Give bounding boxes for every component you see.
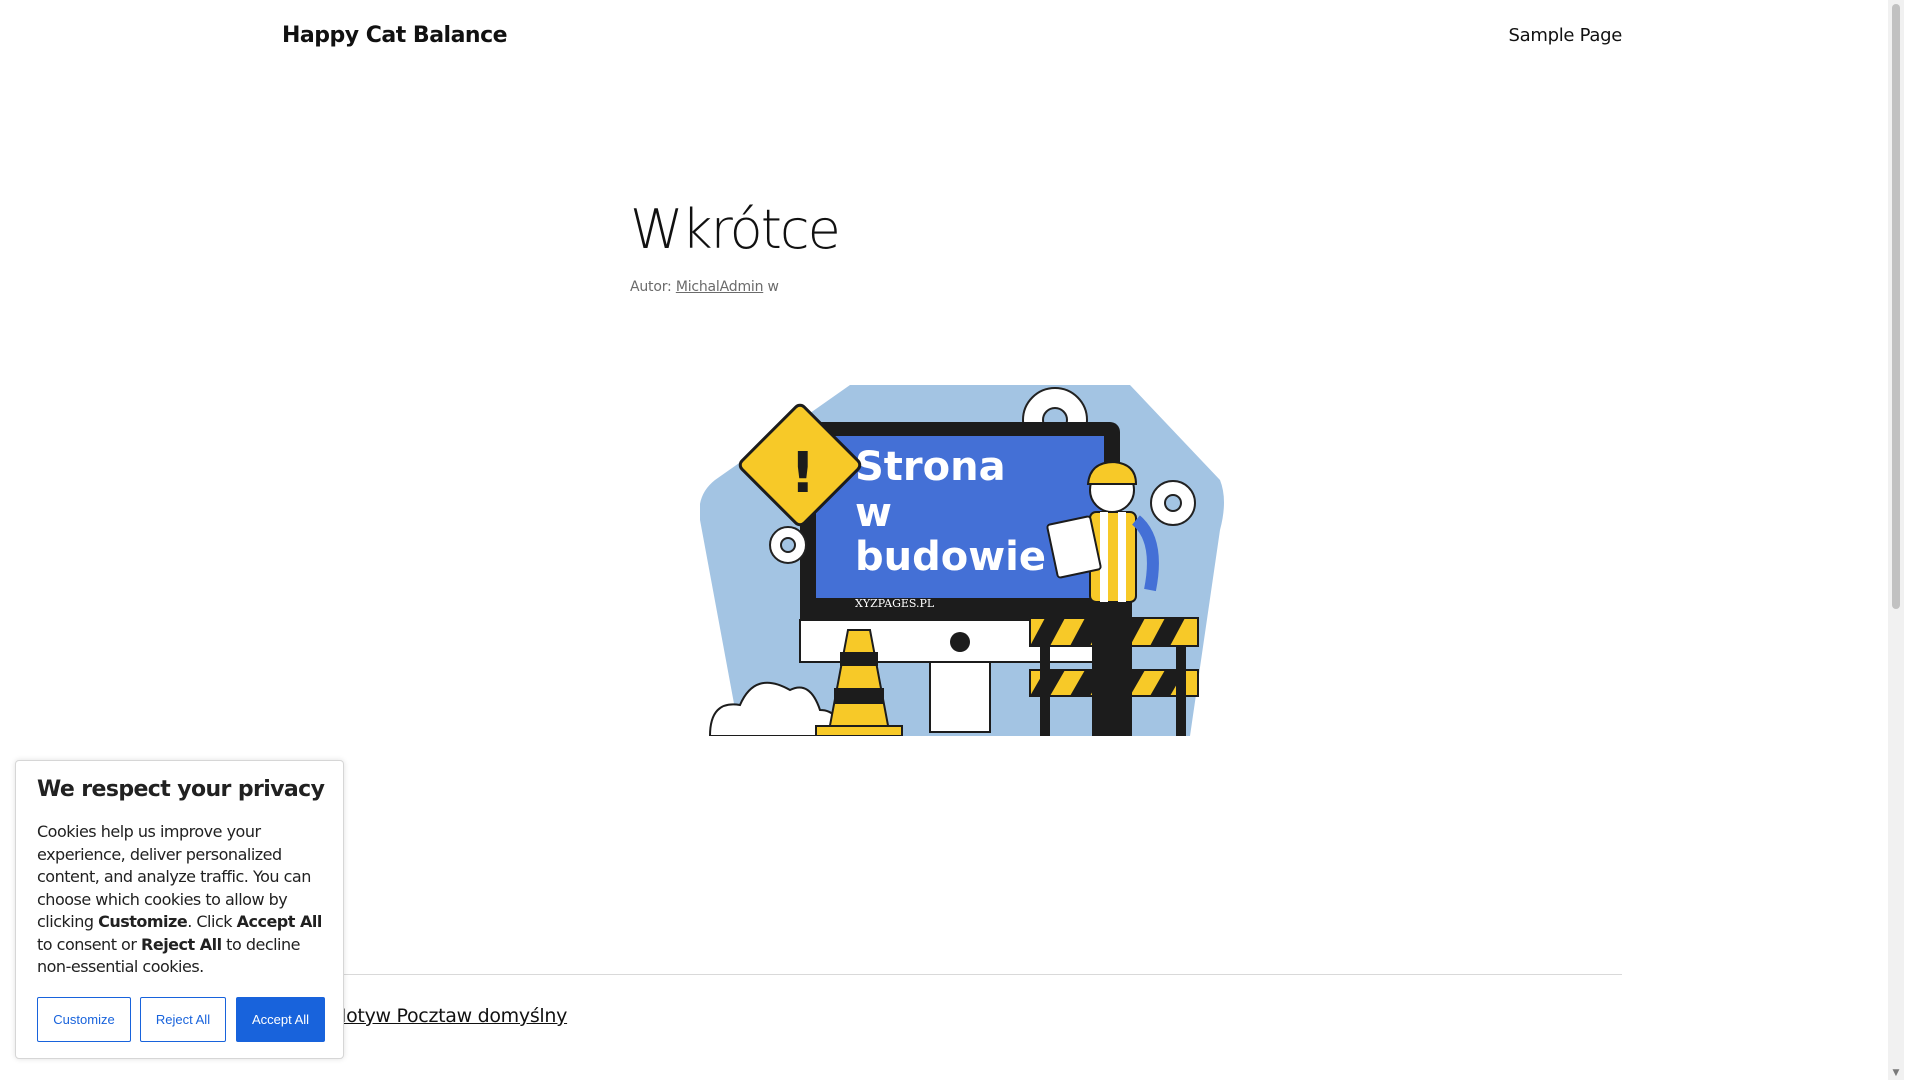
sign-line-1: Strona (855, 444, 1006, 490)
gear-left-icon (769, 526, 807, 564)
cookie-text-customize: Customize (98, 912, 188, 931)
cookie-consent-banner: We respect your privacy Cookies help us … (15, 760, 344, 1059)
site-title[interactable]: Happy Cat Balance (282, 23, 508, 48)
meta-suffix: w (767, 279, 779, 296)
post: Wkrótce Autor: MichalAdmin w (630, 198, 1290, 296)
post-meta: Autor: MichalAdmin w (630, 279, 1290, 295)
gear-right-icon (1150, 480, 1196, 526)
cookie-text-reject: Reject All (141, 934, 222, 954)
scrollbar-thumb[interactable] (1892, 4, 1900, 609)
cookie-text-2: . Click (187, 912, 237, 931)
meta-prefix: Autor: (630, 279, 672, 296)
sign-line-2: w (855, 490, 892, 536)
scrollbar[interactable]: ▼ (1888, 0, 1904, 1080)
power-button (950, 632, 970, 652)
cookie-description: Cookies help us improve your experience,… (37, 821, 327, 979)
footer-theme-link[interactable]: Motyw Pocztaw domyślny (330, 1005, 567, 1027)
sign-line-3: budowie (855, 534, 1046, 580)
scroll-down-arrow-icon[interactable]: ▼ (1891, 1068, 1901, 1078)
cookie-text-accept: Accept All (236, 912, 323, 931)
author-link[interactable]: MichalAdmin (676, 279, 764, 295)
footer-divider (282, 974, 1622, 975)
customize-button[interactable]: Customize (37, 997, 131, 1042)
under-construction-illustration: Strona w budowie XYZPAGES.PL ! (699, 380, 1240, 737)
cookie-title: We respect your privacy (37, 777, 325, 802)
nav-sample-page[interactable]: Sample Page (1509, 25, 1623, 46)
accept-all-button[interactable]: Accept All (236, 997, 325, 1042)
exclamation-mark: ! (790, 441, 816, 506)
site-url-text: XYZPAGES.PL (855, 597, 935, 610)
cookie-text-3: to consent or (37, 934, 142, 954)
post-title: Wkrótce (630, 198, 841, 261)
monitor-stand (929, 661, 991, 733)
reject-all-button[interactable]: Reject All (140, 997, 226, 1042)
site-header: Happy Cat Balance Sample Page (282, 0, 1622, 70)
